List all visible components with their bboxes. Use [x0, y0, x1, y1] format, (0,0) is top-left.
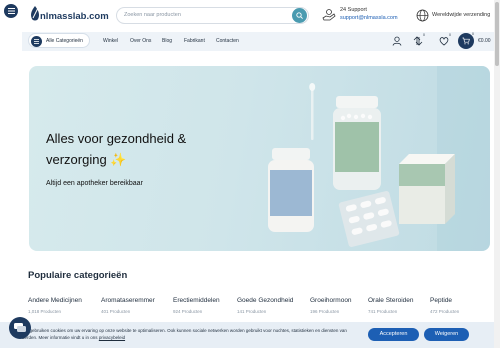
hero-product-image	[268, 66, 490, 251]
cart-total: €0.00	[478, 38, 491, 44]
scrollbar-thumb[interactable]	[495, 2, 499, 66]
search-button[interactable]	[292, 8, 307, 23]
grid-menu-icon	[31, 35, 42, 47]
compare-badge: 0	[423, 33, 425, 37]
nav-link-winkel[interactable]: Winkel	[103, 38, 118, 44]
hero-subtitle: Altijd een apotheker bereikbaar	[46, 180, 143, 187]
category-name[interactable]: Groeihormoon	[310, 297, 352, 304]
nav-link-blog[interactable]: Blog	[162, 38, 172, 44]
category-count: 141 Producten	[237, 309, 267, 314]
nav-link-contacten[interactable]: Contacten	[216, 38, 239, 44]
cookie-message: Wij gebruiken cookies om uw ervaring op …	[22, 328, 347, 340]
compare-icon[interactable]	[413, 36, 423, 46]
chat-icon	[14, 323, 26, 332]
category-name[interactable]: Andere Medicijnen	[28, 297, 82, 304]
accept-cookies-button[interactable]: Accepteren	[368, 328, 419, 341]
category-count: 924 Producten	[173, 309, 203, 314]
support-hand-icon	[322, 9, 336, 21]
search-input[interactable]: Zoeken naar producten	[124, 12, 181, 18]
menu-toggle-button[interactable]	[4, 4, 18, 18]
cart-icon	[462, 37, 470, 45]
cookie-text: Wij gebruiken cookies om uw ervaring op …	[22, 327, 362, 341]
category-count: 472 Producten	[430, 309, 460, 314]
category-name[interactable]: Peptide	[430, 297, 452, 304]
shipping-label: Wereldwijde verzending	[432, 12, 491, 18]
user-icon[interactable]	[392, 36, 402, 46]
nav-link-over-ons[interactable]: Over Ons	[130, 38, 151, 44]
category-name[interactable]: Goede Gezondheid	[237, 297, 293, 304]
category-count: 1,018 Producten	[28, 309, 62, 314]
category-name[interactable]: Aromataseremmer	[101, 297, 155, 304]
category-name[interactable]: Orale Steroiden	[368, 297, 414, 304]
chat-button[interactable]	[9, 317, 31, 339]
search-box[interactable]: Zoeken naar producten	[116, 7, 309, 24]
deny-cookies-button[interactable]: Weigeren	[424, 328, 469, 341]
privacy-policy-link[interactable]: privacybeleid	[99, 335, 125, 340]
popular-categories-title: Populaire categorieën	[28, 270, 128, 281]
all-categories-label: Alle Categorieën	[46, 38, 83, 44]
support-label: 24 Support	[340, 7, 367, 13]
category-count: 741 Producten	[368, 309, 398, 314]
category-count: 196 Producten	[310, 309, 340, 314]
all-categories-button[interactable]: Alle Categorieën	[28, 33, 90, 48]
globe-icon	[416, 9, 429, 22]
category-count: 401 Producten	[101, 309, 131, 314]
logo-text[interactable]: nlmasslab.com	[40, 11, 109, 22]
heart-icon[interactable]	[439, 36, 449, 46]
search-icon	[296, 12, 303, 19]
hero-title: Alles voor gezondheid & verzorging ✨	[46, 131, 187, 167]
cart-badge: 0	[472, 32, 474, 36]
wishlist-badge: 0	[449, 33, 451, 37]
hamburger-icon	[7, 8, 15, 14]
support-email-link[interactable]: support@nlmassla.com	[340, 15, 398, 21]
nav-link-fabrikant[interactable]: Fabrikant	[184, 38, 205, 44]
category-name[interactable]: Erectiemiddelen	[173, 297, 220, 304]
